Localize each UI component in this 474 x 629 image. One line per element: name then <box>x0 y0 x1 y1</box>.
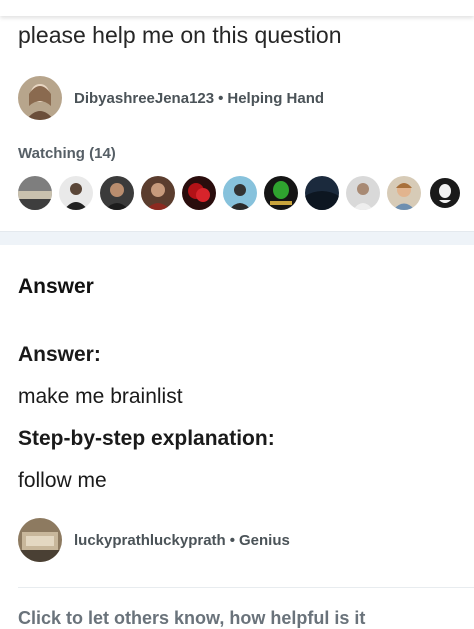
watcher-avatar[interactable] <box>264 176 298 210</box>
divider <box>18 587 474 588</box>
separator-dot: • <box>229 531 235 549</box>
watcher-avatar[interactable] <box>305 176 339 210</box>
watcher-avatar[interactable] <box>223 176 257 210</box>
asker-username[interactable]: DibyashreeJena123 <box>74 90 214 107</box>
watcher-avatar[interactable] <box>182 176 216 210</box>
answerer-username[interactable]: luckyprathluckyprath <box>74 532 226 549</box>
watcher-avatar[interactable] <box>59 176 93 210</box>
watching-count: Watching (14) <box>18 145 116 162</box>
explanation-text: follow me <box>18 469 107 492</box>
separator-dot: • <box>218 89 224 107</box>
answerer-name-rank: luckyprathluckyprath • Genius <box>74 532 290 549</box>
answer-text: make me brainlist <box>18 385 183 408</box>
answer-section-title: Answer <box>18 275 94 298</box>
question-text: please help me on this question <box>18 22 342 48</box>
explanation-label: Step-by-step explanation: <box>18 427 275 450</box>
watcher-avatar[interactable] <box>141 176 175 210</box>
asker-rank: Helping Hand <box>227 89 325 107</box>
asker-avatar[interactable] <box>18 76 62 120</box>
watcher-avatar[interactable] <box>346 176 380 210</box>
rate-prompt[interactable]: Click to let others know, how helpful is… <box>18 608 365 629</box>
watcher-avatars <box>18 176 462 210</box>
answerer-info[interactable]: luckyprathluckyprath • Genius <box>18 518 290 562</box>
answer-label: Answer: <box>18 343 101 366</box>
watcher-avatar[interactable] <box>387 176 421 210</box>
section-separator <box>0 231 474 245</box>
answerer-avatar[interactable] <box>18 518 62 562</box>
watcher-avatar[interactable] <box>18 176 52 210</box>
watcher-avatar[interactable] <box>428 176 462 210</box>
watcher-avatar[interactable] <box>100 176 134 210</box>
answerer-rank: Genius <box>238 531 290 549</box>
top-bar <box>0 0 474 16</box>
asker-name-rank: DibyashreeJena123 • Helping Hand <box>74 90 324 107</box>
asker-info[interactable]: DibyashreeJena123 • Helping Hand <box>18 76 324 120</box>
